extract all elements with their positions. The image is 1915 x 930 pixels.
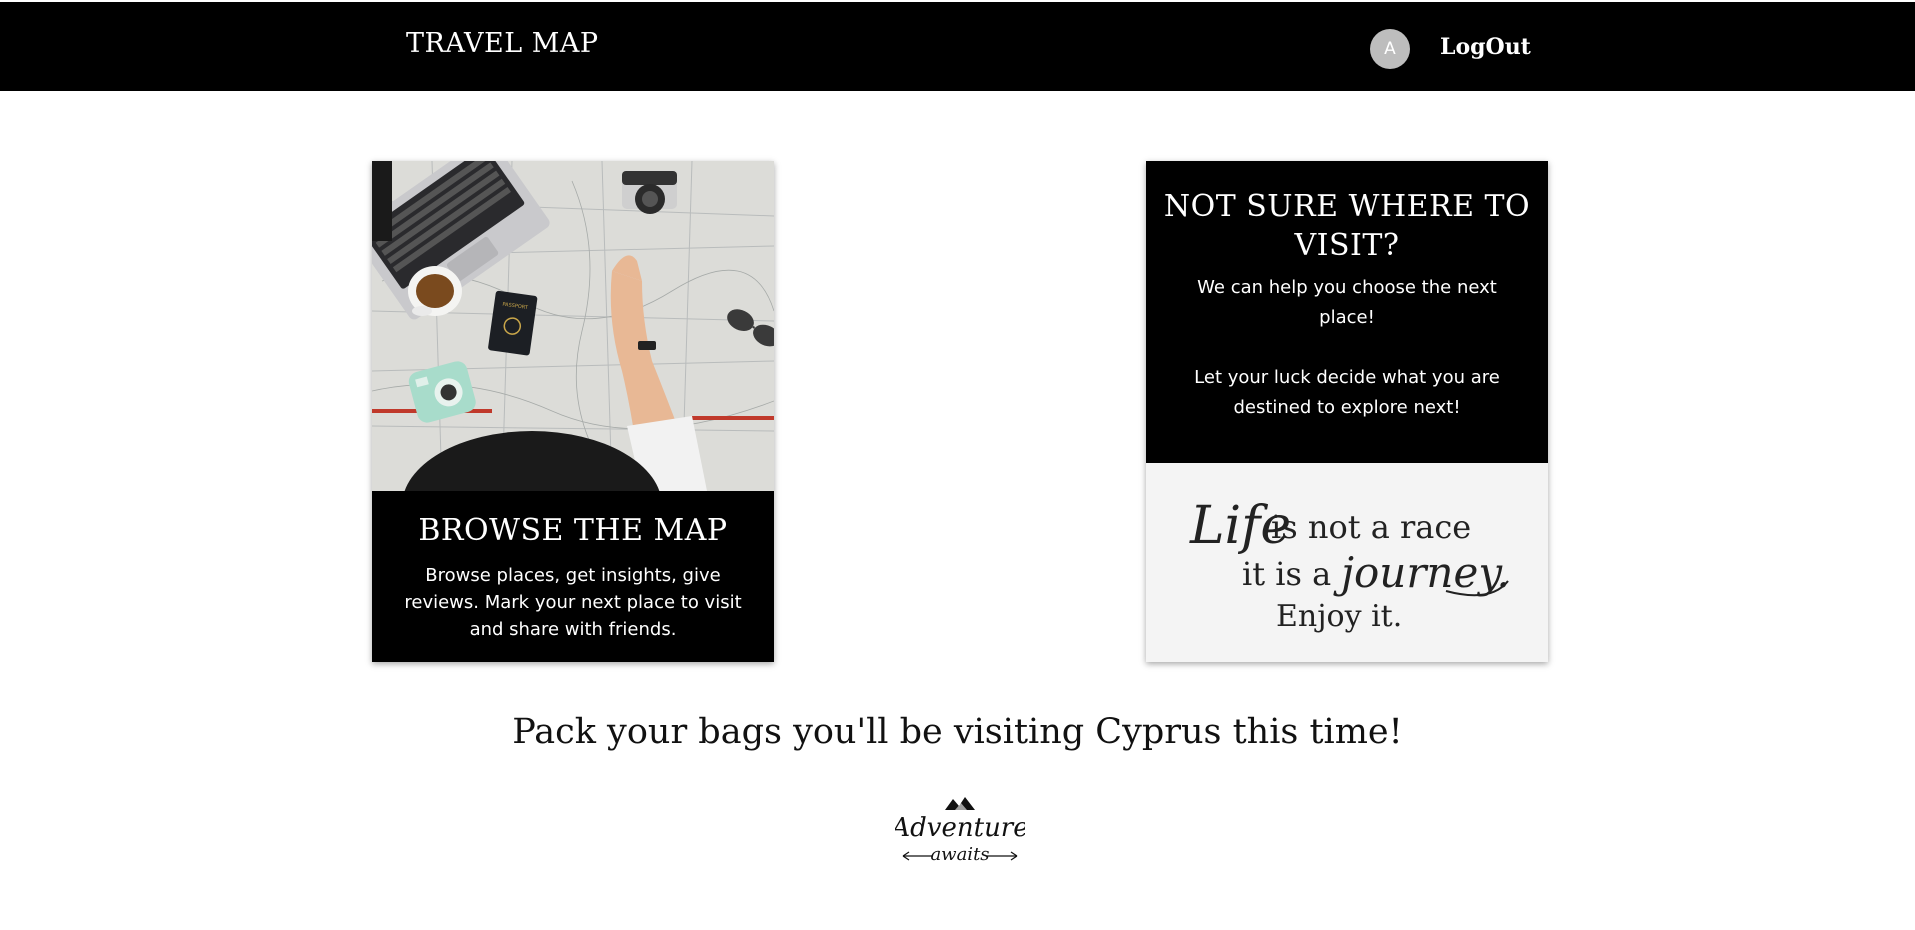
travel-map-photo: PASSPORT bbox=[372, 161, 774, 491]
browse-map-card[interactable]: PASSPORT BROWSE THE MAP Browse places, g… bbox=[372, 161, 774, 662]
navbar: TRAVEL MAP A LogOut bbox=[0, 2, 1915, 91]
logo-line-2: awaits bbox=[930, 844, 989, 865]
random-card-body: NOT SURE WHERE TO VISIT? We can help you… bbox=[1146, 161, 1548, 463]
quote-script-journey: journey. bbox=[1333, 548, 1510, 597]
quote-line-1: is not a race bbox=[1271, 508, 1471, 546]
brand-title[interactable]: TRAVEL MAP bbox=[406, 28, 599, 59]
quote-line-3: Enjoy it. bbox=[1276, 599, 1402, 634]
browse-card-title[interactable]: BROWSE THE MAP bbox=[372, 513, 774, 548]
quote-image: Life is not a race it is a journey. Enjo… bbox=[1146, 463, 1548, 662]
random-card-text-1: We can help you choose the next place! bbox=[1197, 277, 1497, 328]
user-avatar[interactable]: A bbox=[1370, 29, 1410, 69]
browse-card-description: Browse places, get insights, give review… bbox=[404, 565, 742, 640]
random-card-title[interactable]: NOT SURE WHERE TO VISIT? bbox=[1160, 187, 1534, 265]
logo-line-1: Adventure bbox=[895, 813, 1025, 843]
random-card-text-2: Let your luck decide what you are destin… bbox=[1194, 367, 1500, 418]
adventure-awaits-logo: Adventure awaits bbox=[889, 794, 1029, 866]
logout-button[interactable]: LogOut bbox=[1440, 34, 1531, 60]
browse-card-body: BROWSE THE MAP Browse places, get insigh… bbox=[372, 491, 774, 662]
random-destination-card[interactable]: NOT SURE WHERE TO VISIT? We can help you… bbox=[1146, 161, 1548, 662]
random-card-description: We can help you choose the next place! L… bbox=[1174, 273, 1520, 423]
destination-result-text: Pack your bags you'll be visiting Cyprus… bbox=[512, 712, 1403, 752]
quote-line-2-prefix: it is a bbox=[1242, 555, 1331, 593]
